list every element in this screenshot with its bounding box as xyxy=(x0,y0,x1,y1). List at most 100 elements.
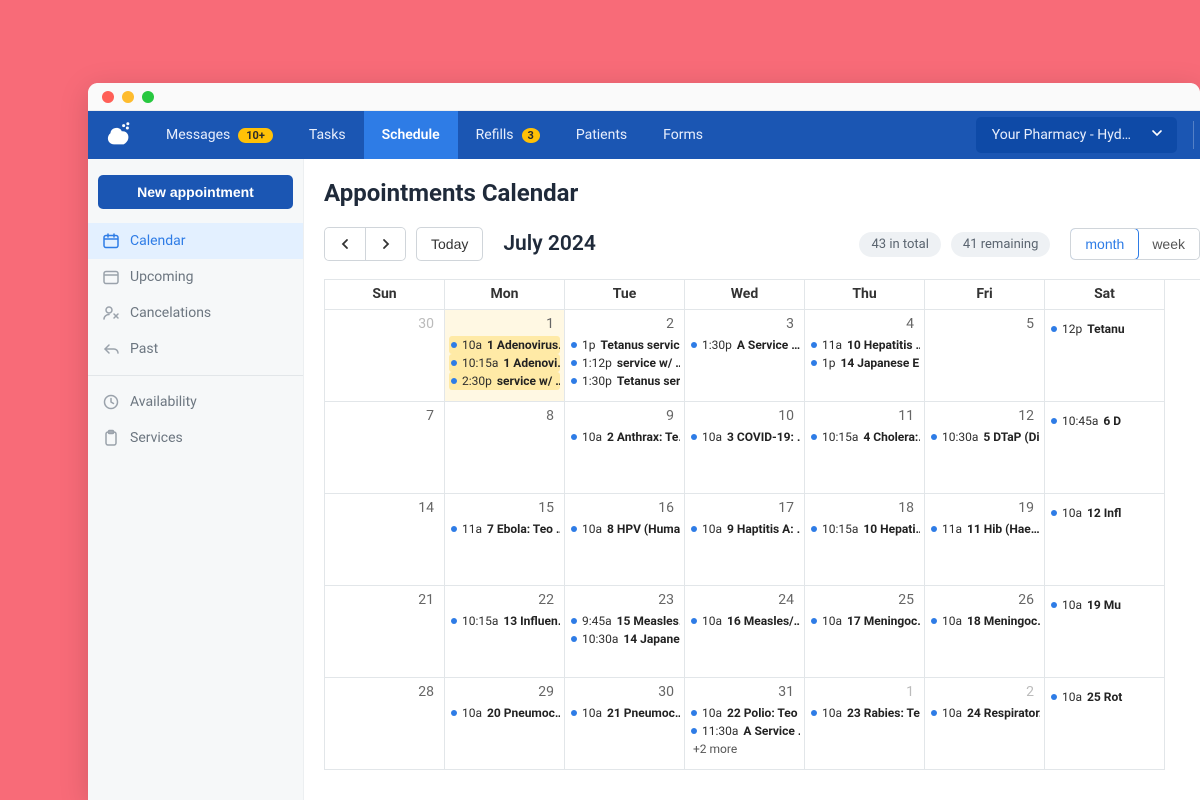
calendar-cell[interactable]: 7 xyxy=(325,402,445,494)
calendar-event[interactable]: 10:45a6 D xyxy=(1049,412,1160,430)
calendar-event[interactable]: 2:30pservice w/ … xyxy=(449,372,560,390)
calendar-cell[interactable]: 110a1 Adenovirus…10:15a1 Adenovi…2:30pse… xyxy=(445,310,565,402)
nav-refills[interactable]: Refills 3 xyxy=(458,111,558,159)
calendar-event[interactable]: 11a11 Hib (Hae… xyxy=(929,520,1040,538)
calendar-event[interactable]: 10a17 Meningoc… xyxy=(809,612,920,630)
calendar-cell[interactable]: 5 xyxy=(925,310,1045,402)
calendar-cell[interactable]: 21 xyxy=(325,586,445,678)
calendar-event[interactable]: 10a12 Infl xyxy=(1049,504,1160,522)
calendar-cell[interactable]: 110a23 Rabies: Te… xyxy=(805,678,925,770)
view-week-button[interactable]: week xyxy=(1138,229,1199,259)
nav-forms[interactable]: Forms xyxy=(645,111,721,159)
calendar-cell[interactable]: 239:45a15 Measles…10:30a14 Japane… xyxy=(565,586,685,678)
prev-month-button[interactable] xyxy=(325,228,365,260)
minimize-icon[interactable] xyxy=(122,91,134,103)
calendar-cell[interactable]: 2510a17 Meningoc… xyxy=(805,586,925,678)
calendar-event[interactable]: 10a3 COVID-19: … xyxy=(689,428,800,446)
calendar-cell[interactable]: 1110:15a4 Cholera:… xyxy=(805,402,925,494)
calendar-cell[interactable]: 2410a16 Measles/… xyxy=(685,586,805,678)
calendar-event[interactable]: 10:15a1 Adenovi… xyxy=(449,354,560,372)
sidebar-item-availability[interactable]: Availability xyxy=(88,384,303,420)
calendar-cell[interactable]: 1610a8 HPV (Huma… xyxy=(565,494,685,586)
sidebar-item-upcoming[interactable]: Upcoming xyxy=(88,259,303,295)
nav-patients[interactable]: Patients xyxy=(558,111,645,159)
calendar-event[interactable]: 10:15a10 Hepati… xyxy=(809,520,920,538)
day-number: 4 xyxy=(809,314,920,336)
calendar-event[interactable]: 10:30a14 Japane… xyxy=(569,630,680,648)
nav-label: Messages xyxy=(166,127,230,143)
calendar-event[interactable]: 1pTetanus servic… xyxy=(569,336,680,354)
calendar-cell[interactable]: 1710a9 Haptitis A: … xyxy=(685,494,805,586)
calendar-event[interactable]: 10:15a13 Influen… xyxy=(449,612,560,630)
calendar-event[interactable]: 10a1 Adenovirus… xyxy=(449,336,560,354)
calendar-event[interactable]: 10a8 HPV (Huma… xyxy=(569,520,680,538)
calendar-event[interactable]: 1:12pservice w/ … xyxy=(569,354,680,372)
calendar-event[interactable]: 1:30pTetanus ser… xyxy=(569,372,680,390)
calendar-cell[interactable]: 1010a3 COVID-19: … xyxy=(685,402,805,494)
nav-schedule[interactable]: Schedule xyxy=(364,111,458,159)
calendar-event[interactable]: 10:30a5 DTaP (Di… xyxy=(929,428,1040,446)
close-icon[interactable] xyxy=(102,91,114,103)
calendar-cell[interactable]: 21pTetanus servic…1:12pservice w/ …1:30p… xyxy=(565,310,685,402)
calendar-cell[interactable]: 10a19 Mu xyxy=(1045,586,1165,678)
calendar-cell[interactable]: 12pTetanu xyxy=(1045,310,1165,402)
more-events[interactable]: +2 more xyxy=(689,740,800,758)
calendar-event[interactable]: 10a23 Rabies: Te… xyxy=(809,704,920,722)
event-title: 22 Polio: Teo … xyxy=(727,706,800,720)
calendar-event[interactable]: 10a20 Pneumoc… xyxy=(449,704,560,722)
calendar-cell[interactable]: 1810:15a10 Hepati… xyxy=(805,494,925,586)
sidebar-item-past[interactable]: Past xyxy=(88,331,303,367)
calendar-event[interactable]: 10a2 Anthrax: Te… xyxy=(569,428,680,446)
calendar-cell[interactable]: 2210:15a13 Influen… xyxy=(445,586,565,678)
clipboard-icon xyxy=(102,429,120,447)
calendar-cell[interactable]: 1911a11 Hib (Hae… xyxy=(925,494,1045,586)
calendar-cell[interactable]: 10a25 Rot xyxy=(1045,678,1165,770)
app-logo[interactable] xyxy=(88,111,148,159)
calendar-event[interactable]: 11:30aA Service … xyxy=(689,722,800,740)
calendar-event[interactable]: 11a7 Ebola: Teo … xyxy=(449,520,560,538)
sidebar-item-cancelations[interactable]: Cancelations xyxy=(88,295,303,331)
calendar-cell[interactable]: 2610a18 Meningoc… xyxy=(925,586,1045,678)
calendar-cell[interactable]: 28 xyxy=(325,678,445,770)
calendar-cell[interactable]: 3010a21 Pneumoc… xyxy=(565,678,685,770)
calendar-cell[interactable]: 411a10 Hepatitis …1p14 Japanese E… xyxy=(805,310,925,402)
calendar-event[interactable]: 1:30pA Service … xyxy=(689,336,800,354)
new-appointment-button[interactable]: New appointment xyxy=(98,175,293,209)
calendar-cell[interactable]: 1210:30a5 DTaP (Di… xyxy=(925,402,1045,494)
calendar-cell[interactable]: 210a24 Respirator… xyxy=(925,678,1045,770)
today-button[interactable]: Today xyxy=(416,227,483,261)
calendar-event[interactable]: 10a25 Rot xyxy=(1049,688,1160,706)
maximize-icon[interactable] xyxy=(142,91,154,103)
calendar-cell[interactable]: 3110a22 Polio: Teo …11:30aA Service …+2 … xyxy=(685,678,805,770)
calendar-event[interactable]: 10a16 Measles/… xyxy=(689,612,800,630)
calendar-cell[interactable]: 31:30pA Service … xyxy=(685,310,805,402)
calendar-event[interactable]: 9:45a15 Measles… xyxy=(569,612,680,630)
calendar-event[interactable]: 10a19 Mu xyxy=(1049,596,1160,614)
calendar-cell[interactable]: 10:45a6 D xyxy=(1045,402,1165,494)
nav-messages[interactable]: Messages 10+ xyxy=(148,111,291,159)
calendar-cell[interactable]: 30 xyxy=(325,310,445,402)
calendar-event[interactable]: 10a9 Haptitis A: … xyxy=(689,520,800,538)
event-time: 10a xyxy=(942,614,962,628)
calendar-cell[interactable]: 14 xyxy=(325,494,445,586)
calendar-event[interactable]: 10a24 Respirator… xyxy=(929,704,1040,722)
nav-tasks[interactable]: Tasks xyxy=(291,111,364,159)
event-dot-icon xyxy=(811,360,817,366)
calendar-cell[interactable]: 910a2 Anthrax: Te… xyxy=(565,402,685,494)
next-month-button[interactable] xyxy=(365,228,405,260)
calendar-cell[interactable]: 1511a7 Ebola: Teo … xyxy=(445,494,565,586)
view-month-button[interactable]: month xyxy=(1070,228,1139,260)
sidebar-item-calendar[interactable]: Calendar xyxy=(88,223,303,259)
calendar-event[interactable]: 12pTetanu xyxy=(1049,320,1160,338)
calendar-cell[interactable]: 10a12 Infl xyxy=(1045,494,1165,586)
calendar-event[interactable]: 11a10 Hepatitis … xyxy=(809,336,920,354)
calendar-event[interactable]: 1p14 Japanese E… xyxy=(809,354,920,372)
calendar-event[interactable]: 10a22 Polio: Teo … xyxy=(689,704,800,722)
sidebar-item-services[interactable]: Services xyxy=(88,420,303,456)
calendar-event[interactable]: 10a21 Pneumoc… xyxy=(569,704,680,722)
calendar-event[interactable]: 10a18 Meningoc… xyxy=(929,612,1040,630)
calendar-event[interactable]: 10:15a4 Cholera:… xyxy=(809,428,920,446)
pharmacy-select[interactable]: Your Pharmacy - Hyd… xyxy=(976,117,1177,153)
calendar-cell[interactable]: 8 xyxy=(445,402,565,494)
calendar-cell[interactable]: 2910a20 Pneumoc… xyxy=(445,678,565,770)
